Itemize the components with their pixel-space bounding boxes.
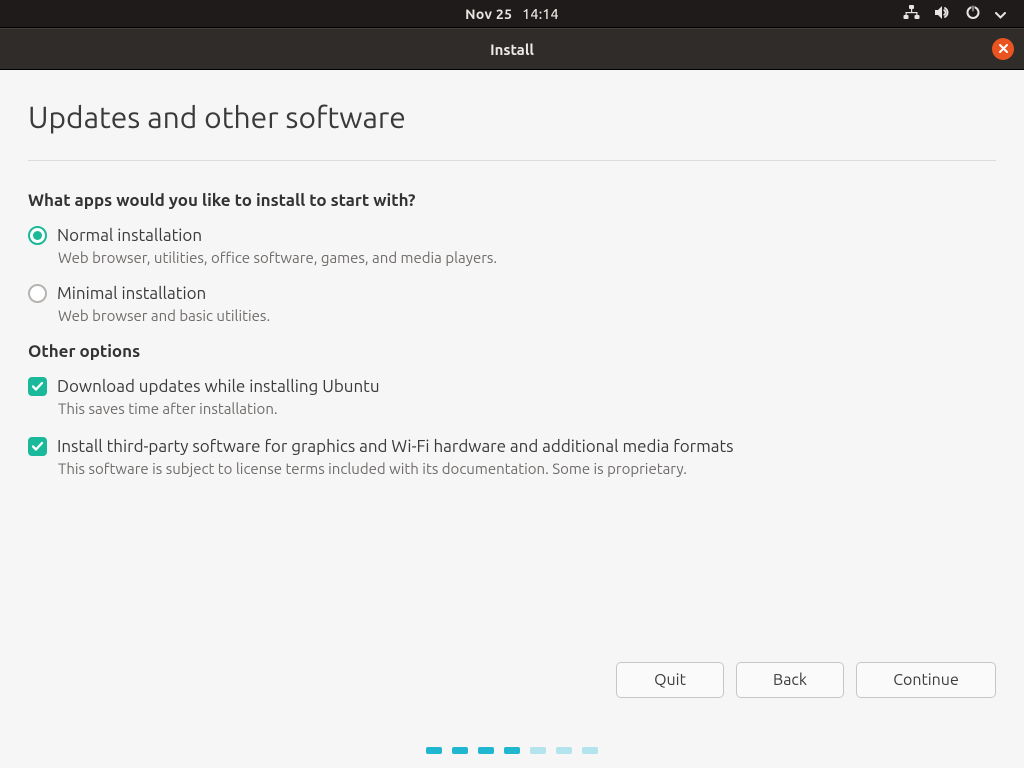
volume-icon[interactable]	[934, 5, 951, 23]
download-updates-hint: This saves time after installation.	[58, 400, 996, 417]
checkbox-third-party[interactable]: Install third-party software for graphic…	[28, 437, 996, 456]
progress-steps	[426, 747, 598, 754]
radio-icon	[28, 226, 47, 245]
checkbox-icon	[28, 377, 47, 396]
panel-tray	[903, 4, 1024, 23]
radio-minimal-installation[interactable]: Minimal installation	[28, 284, 996, 303]
step-dot	[426, 747, 442, 754]
radio-label: Minimal installation	[57, 284, 206, 303]
step-dot	[504, 747, 520, 754]
step-dot	[556, 747, 572, 754]
normal-installation-hint: Web browser, utilities, office software,…	[58, 249, 996, 266]
radio-label: Normal installation	[57, 226, 202, 245]
checkbox-label: Install third-party software for graphic…	[57, 437, 734, 456]
checkbox-label: Download updates while installing Ubuntu	[57, 377, 380, 396]
step-dot	[478, 747, 494, 754]
window-titlebar: Install	[0, 28, 1024, 70]
other-options-heading: Other options	[28, 342, 996, 361]
third-party-hint: This software is subject to license term…	[58, 460, 996, 477]
panel-time: 14:14	[522, 6, 559, 22]
checkbox-icon	[28, 437, 47, 456]
minimal-installation-hint: Web browser and basic utilities.	[58, 307, 996, 324]
radio-icon	[28, 284, 47, 303]
chevron-down-icon[interactable]	[995, 6, 1006, 22]
back-button[interactable]: Back	[736, 662, 844, 698]
step-dot	[582, 747, 598, 754]
quit-button[interactable]: Quit	[616, 662, 724, 698]
network-icon[interactable]	[903, 4, 920, 23]
footer-buttons: Quit Back Continue	[616, 662, 996, 698]
checkbox-download-updates[interactable]: Download updates while installing Ubuntu	[28, 377, 996, 396]
panel-date: Nov 25	[465, 6, 512, 22]
radio-normal-installation[interactable]: Normal installation	[28, 226, 996, 245]
continue-button[interactable]: Continue	[856, 662, 996, 698]
power-icon[interactable]	[965, 4, 981, 23]
system-panel: Nov 25 14:14	[0, 0, 1024, 28]
window-close-button[interactable]	[992, 38, 1014, 60]
window-title: Install	[490, 41, 534, 58]
page-title: Updates and other software	[28, 100, 996, 134]
panel-clock[interactable]: Nov 25 14:14	[465, 6, 559, 22]
close-icon	[998, 40, 1009, 58]
install-question: What apps would you like to install to s…	[28, 191, 996, 210]
step-dot	[452, 747, 468, 754]
step-dot	[530, 747, 546, 754]
installer-content: Updates and other software What apps wou…	[0, 70, 1024, 477]
